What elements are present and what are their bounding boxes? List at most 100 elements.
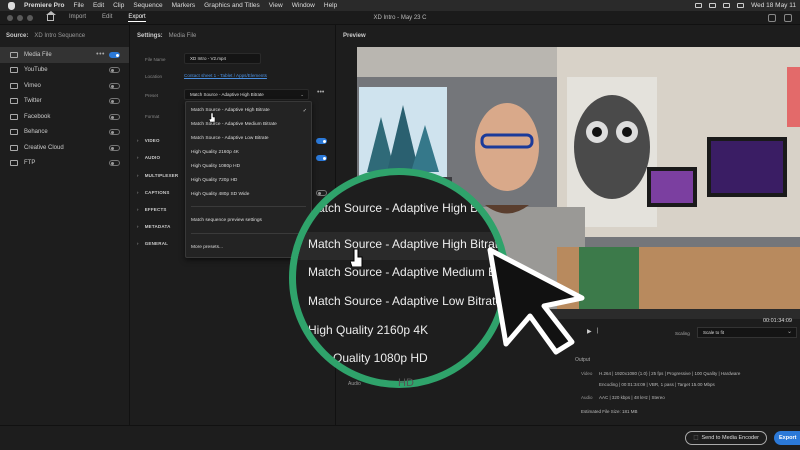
location-label: Location	[145, 74, 163, 79]
tab-import[interactable]: Import	[69, 14, 86, 22]
tab-export[interactable]: Export	[128, 14, 146, 22]
more-presets-option[interactable]: More presets...	[191, 245, 223, 250]
facebook-toggle[interactable]	[109, 113, 120, 120]
window-controls	[7, 14, 33, 21]
settings-subtitle: Media File	[168, 33, 197, 39]
zoom-window-button[interactable]	[27, 14, 33, 21]
output-audio-value: AAC | 320 kbps | 48 kHz | Stereo	[599, 395, 665, 400]
twitter-toggle[interactable]	[109, 98, 120, 105]
scaling-select[interactable]: Scale to fit	[697, 327, 797, 338]
marker-icon[interactable]: |	[597, 328, 599, 335]
preset-option[interactable]: Match Source - Adaptive Low Bitrate	[191, 136, 269, 141]
preset-option[interactable]: Match Source - Adaptive Medium Bitrate	[191, 122, 277, 127]
menu-markers[interactable]: Markers	[172, 2, 195, 9]
battery-icon[interactable]	[709, 3, 717, 8]
minimize-window-button[interactable]	[17, 14, 23, 21]
destination-twitter[interactable]: Twitter	[0, 94, 129, 110]
ftp-toggle[interactable]	[109, 160, 120, 167]
share-icon[interactable]	[784, 13, 792, 22]
preset-option[interactable]: High Quality 480p SD Wide	[191, 192, 249, 197]
menu-help[interactable]: Help	[324, 2, 337, 9]
settings-title: Settings:	[137, 33, 163, 39]
section-general[interactable]: GENERAL	[137, 241, 168, 246]
zoom-magnifier: Match Source - Adaptive High Bitrate Mat…	[289, 168, 509, 388]
destination-facebook[interactable]: Facebook	[0, 109, 129, 125]
facebook-icon	[10, 113, 18, 120]
twitter-icon	[10, 98, 18, 105]
preset-dropdown-menu: Match Source - Adaptive High Bitrate ✓ M…	[185, 101, 312, 258]
file-name-field[interactable]: XD Intro - V2.mp4	[184, 53, 261, 64]
destination-label: Vimeo	[24, 82, 41, 89]
checkmark-icon: ✓	[302, 108, 307, 114]
vimeo-toggle[interactable]	[109, 82, 120, 89]
media-file-toggle[interactable]	[109, 51, 120, 58]
menu-window[interactable]: Window	[292, 2, 315, 9]
output-title: Output	[575, 357, 591, 363]
menu-divider	[191, 233, 306, 234]
wifi-icon[interactable]	[723, 3, 731, 8]
destination-ftp[interactable]: FTP	[0, 156, 129, 172]
workspace-icon[interactable]	[768, 13, 776, 22]
menu-file[interactable]: File	[73, 2, 83, 9]
timecode: 00:01:34:09	[762, 318, 792, 324]
preset-select-value: Match Source - Adaptive High Bitrate	[190, 92, 264, 97]
menu-app-name[interactable]: Premiere Pro	[24, 2, 64, 9]
send-to-media-encoder-button[interactable]: ⬚ Send to Media Encoder	[685, 431, 767, 445]
menu-clock[interactable]: Wed 18 May 11	[751, 2, 796, 9]
destination-vimeo[interactable]: Vimeo	[0, 78, 129, 94]
destination-youtube[interactable]: YouTube	[0, 63, 129, 79]
app-header: Import Edit Export XD Intro - May 23 C	[0, 10, 800, 25]
section-multiplexer[interactable]: MULTIPLEXER	[137, 173, 178, 178]
destination-creative-cloud[interactable]: Creative Cloud	[0, 140, 129, 156]
preset-more-icon[interactable]: •••	[317, 89, 324, 96]
youtube-icon	[10, 67, 18, 74]
menu-clip[interactable]: Clip	[113, 2, 124, 9]
youtube-toggle[interactable]	[109, 67, 120, 74]
preset-option[interactable]: High Quality 2160p 4K	[191, 150, 239, 155]
format-fragment: HD	[398, 377, 414, 389]
magnifier-option: Match Source - Adaptive High Bitrate	[308, 237, 505, 251]
destination-label: Twitter	[24, 98, 42, 105]
ftp-icon	[10, 160, 18, 167]
preset-option[interactable]: Match sequence preview settings	[191, 218, 262, 223]
section-audio[interactable]: AUDIO	[137, 155, 160, 160]
destination-label: Media File	[24, 51, 52, 58]
home-icon[interactable]	[46, 10, 56, 21]
location-link[interactable]: Contact sheet 1 - Tablet / Apps/Elements	[184, 73, 267, 78]
settings-header: Settings: Media File	[131, 25, 335, 47]
audio-toggle[interactable]	[316, 155, 327, 161]
menu-edit[interactable]: Edit	[93, 2, 104, 9]
export-button[interactable]: Export	[774, 431, 800, 445]
section-effects[interactable]: EFFECTS	[137, 207, 167, 212]
destination-label: YouTube	[24, 67, 48, 74]
audio-label: Audio	[348, 381, 361, 387]
preset-option[interactable]: High Quality 1080p HD	[191, 164, 240, 169]
menu-graphics[interactable]: Graphics and Titles	[204, 2, 260, 9]
close-window-button[interactable]	[7, 14, 13, 21]
menu-view[interactable]: View	[269, 2, 283, 9]
section-metadata[interactable]: METADATA	[137, 224, 171, 229]
media-file-icon	[10, 51, 18, 58]
creative-cloud-toggle[interactable]	[109, 144, 120, 151]
destination-label: FTP	[24, 160, 36, 167]
section-captions[interactable]: CAPTIONS	[137, 190, 170, 195]
preset-select[interactable]: Match Source - Adaptive High Bitrate ⌄	[184, 89, 309, 100]
behance-toggle[interactable]	[109, 129, 120, 136]
destination-media-file[interactable]: Media File •••	[0, 47, 129, 63]
menu-divider	[191, 206, 306, 207]
output-video-label: Video	[581, 371, 593, 376]
tab-edit[interactable]: Edit	[102, 14, 112, 22]
preset-option[interactable]: Match Source - Adaptive High Bitrate	[186, 108, 311, 113]
search-icon[interactable]	[737, 3, 745, 8]
destination-behance[interactable]: Behance	[0, 125, 129, 141]
source-value[interactable]: XD Intro Sequence	[34, 33, 85, 39]
menu-sequence[interactable]: Sequence	[133, 2, 162, 9]
video-toggle[interactable]	[316, 138, 327, 144]
play-icon[interactable]: ▶	[587, 328, 592, 335]
more-options-icon[interactable]: •••	[96, 51, 105, 58]
preset-option[interactable]: High Quality 720p HD	[191, 178, 237, 183]
footer-bar: ⬚ Send to Media Encoder Export	[0, 425, 800, 450]
apple-icon[interactable]	[8, 1, 15, 10]
section-video[interactable]: VIDEO	[137, 138, 160, 143]
status-icon[interactable]	[695, 3, 703, 8]
